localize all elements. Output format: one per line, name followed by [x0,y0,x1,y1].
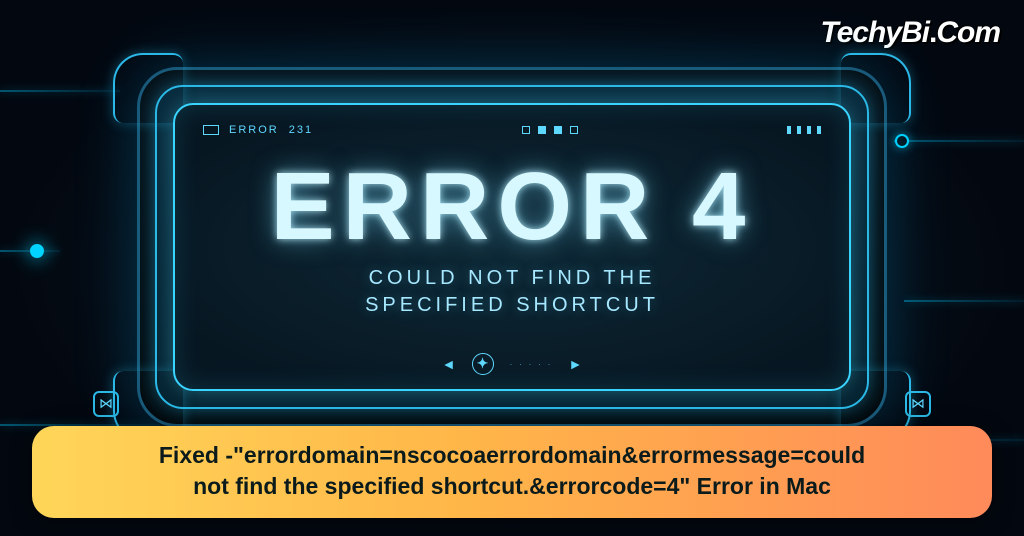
decorative-text: · · · · · [510,359,553,369]
side-glyph-box: ⋈ [93,391,119,417]
screen-topbar: ERROR 231 [175,115,849,145]
logo-tld: Com [936,16,1000,49]
site-logo: TechyBi.Com [820,16,1000,50]
error-device-frame: ⋈ ⋈ ERROR 231 ERROR 4 [137,67,887,427]
circuit-node [895,134,909,148]
frame-bracket [113,53,183,123]
tick-icon [797,126,801,134]
side-glyph-icon: ⋈ [99,395,113,412]
error-small-code: 231 [289,124,313,136]
article-caption-badge: Fixed -"errordomain=nscocoaerrordomain&e… [32,426,992,518]
error-small-label: ERROR [229,124,279,136]
error-subtitle: COULD NOT FIND THE SPECIFIED SHORTCUT [175,265,849,319]
side-glyph-icon: ⋈ [911,395,925,412]
error-title: ERROR 4 [175,159,849,255]
error-subtitle-line2: SPECIFIED SHORTCUT [365,294,659,316]
indicator-icon [554,126,562,134]
battery-icon [203,125,219,135]
indicator-icon [522,126,530,134]
caption-line2: not find the specified shortcut.&errorco… [193,473,831,499]
tick-icon [807,126,811,134]
chevron-left-icon: ◄ [442,356,456,372]
caption-line1: Fixed -"errordomain=nscocoaerrordomain&e… [159,442,865,468]
indicator-icon [538,126,546,134]
circuit-line [904,300,1024,302]
circuit-line [0,90,120,92]
topbar-center [522,126,578,134]
tick-icon [787,126,791,134]
plus-circle-icon: ✦ [472,353,494,375]
indicator-icon [570,126,578,134]
circuit-line [894,140,1024,142]
plus-glyph: ✦ [477,355,489,372]
side-glyph-box: ⋈ [905,391,931,417]
error-main: ERROR 4 COULD NOT FIND THE SPECIFIED SHO… [175,159,849,319]
circuit-node [30,244,44,258]
topbar-right [787,126,821,134]
error-subtitle-line1: COULD NOT FIND THE [369,267,656,289]
chevron-right-icon: ► [569,356,583,372]
logo-brand: TechyBi [820,16,929,49]
screen-bottombar: ◄ ✦ · · · · · ► [175,349,849,379]
frame-bracket [841,53,911,123]
topbar-left: ERROR 231 [203,124,313,136]
device-screen: ERROR 231 ERROR 4 COULD NOT FIND THE SPE… [173,103,851,391]
tick-icon [817,126,821,134]
